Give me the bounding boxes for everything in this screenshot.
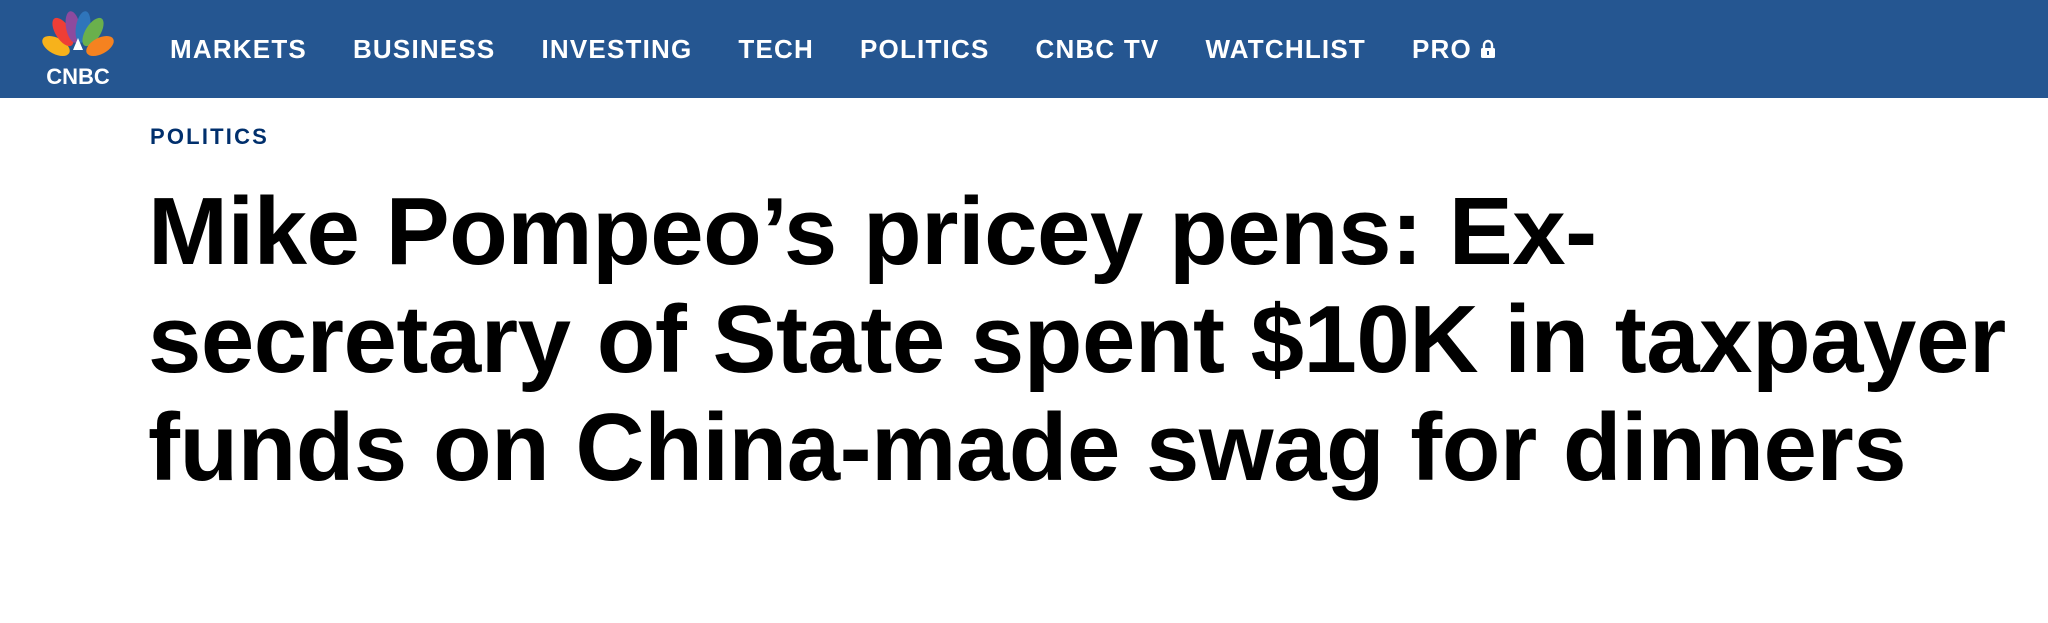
main-nav: MARKETS BUSINESS INVESTING TECH POLITICS… (170, 0, 1542, 98)
lock-icon (1480, 39, 1496, 59)
nav-item-politics[interactable]: POLITICS (860, 34, 990, 65)
top-navigation-bar: CNBC MARKETS BUSINESS INVESTING TECH POL… (0, 0, 2048, 98)
nav-item-business[interactable]: BUSINESS (353, 34, 496, 65)
nav-item-pro[interactable]: PRO (1412, 34, 1496, 65)
nav-item-cnbc-tv[interactable]: CNBC TV (1036, 34, 1160, 65)
svg-text:CNBC: CNBC (46, 64, 110, 88)
nav-item-investing[interactable]: INVESTING (541, 34, 692, 65)
cnbc-logo[interactable]: CNBC (36, 10, 120, 88)
section-tag-politics[interactable]: POLITICS (150, 124, 269, 150)
article-headline: Mike Pompeo’s pricey pens: Ex-secretary … (148, 178, 2006, 501)
peacock-logo-icon: CNBC (42, 11, 114, 88)
nav-item-watchlist[interactable]: WATCHLIST (1205, 34, 1366, 65)
nav-item-markets[interactable]: MARKETS (170, 34, 307, 65)
nav-item-tech[interactable]: TECH (738, 34, 814, 65)
nav-item-pro-label: PRO (1411, 33, 1472, 64)
